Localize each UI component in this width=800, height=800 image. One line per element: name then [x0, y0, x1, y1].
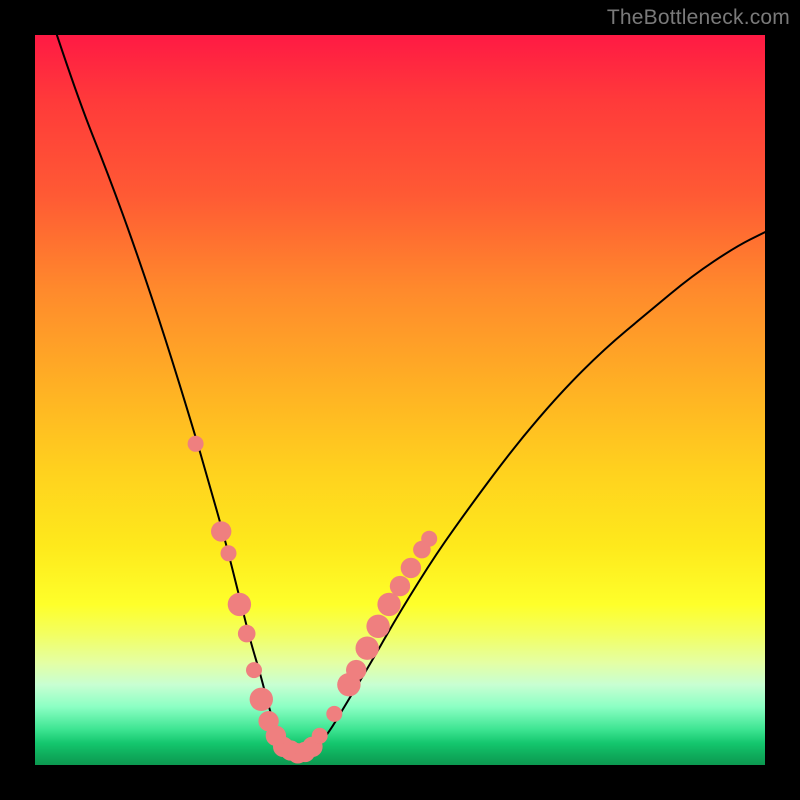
marker-dot: [326, 706, 342, 722]
marker-dot: [250, 688, 273, 711]
bottleneck-curve: [57, 35, 765, 753]
marker-dot: [366, 615, 389, 638]
marker-dot: [246, 662, 262, 678]
marker-dot: [421, 531, 437, 547]
marker-dot: [221, 545, 237, 561]
watermark-text: TheBottleneck.com: [607, 6, 790, 30]
marker-dot: [401, 558, 421, 578]
marker-dot: [188, 436, 204, 452]
marker-dot: [312, 728, 328, 744]
marker-dot: [346, 660, 366, 680]
marker-dot: [356, 637, 379, 660]
chart-frame: TheBottleneck.com: [0, 0, 800, 800]
marker-dot: [377, 593, 400, 616]
marker-dot: [238, 625, 256, 643]
chart-svg: [35, 35, 765, 765]
marker-dot: [390, 576, 410, 596]
marker-dot: [211, 521, 231, 541]
marker-dot: [228, 593, 251, 616]
plot-area: [35, 35, 765, 765]
marker-dots-group: [188, 436, 438, 764]
